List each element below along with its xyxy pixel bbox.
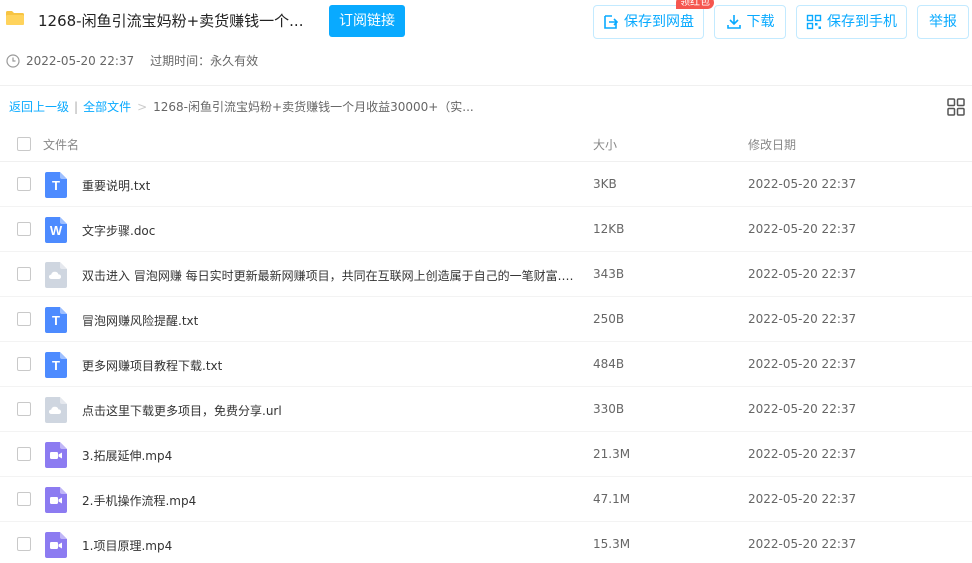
txt-file-icon: T: [45, 307, 67, 333]
save-pan-icon: [604, 15, 619, 29]
url-file-icon: [45, 397, 67, 423]
file-checkbox[interactable]: [17, 537, 31, 551]
file-name[interactable]: 文字步骤.doc: [82, 222, 155, 239]
file-checkbox[interactable]: [17, 267, 31, 281]
save-to-pan-label: 保存到网盘: [624, 14, 694, 30]
file-name[interactable]: 1.项目原理.mp4: [82, 537, 172, 554]
file-date: 2022-05-20 22:37: [748, 177, 857, 191]
file-name[interactable]: 更多网赚项目教程下载.txt: [82, 357, 222, 374]
doc-file-icon: W: [45, 217, 67, 243]
file-size: 3KB: [593, 177, 617, 191]
file-row[interactable]: 双击进入 冒泡网赚 每日实时更新最新网赚项目，共同在互联网上创造属于自己的一笔财…: [0, 252, 972, 297]
file-row[interactable]: 点击这里下载更多项目，免费分享.url 330B 2022-05-20 22:37: [0, 387, 972, 432]
url-file-icon: [45, 262, 67, 288]
file-date: 2022-05-20 22:37: [748, 537, 857, 551]
file-name[interactable]: 冒泡网赚风险提醒.txt: [82, 312, 198, 329]
file-checkbox[interactable]: [17, 492, 31, 506]
select-all-checkbox[interactable]: [17, 137, 31, 151]
file-size: 330B: [593, 402, 625, 416]
file-name[interactable]: 3.拓展延伸.mp4: [82, 447, 172, 464]
all-files-link[interactable]: 全部文件: [83, 98, 131, 115]
file-date: 2022-05-20 22:37: [748, 492, 857, 506]
current-folder: 1268-闲鱼引流宝妈粉+卖货赚钱一个月收益30000+（实...: [153, 100, 474, 114]
file-name[interactable]: 点击这里下载更多项目，免费分享.url: [82, 402, 282, 419]
breadcrumb-arrow: >: [137, 99, 148, 114]
share-header: 1268-闲鱼引流宝妈粉+卖货赚钱一个... 订阅链接 2022-05-20 2…: [0, 0, 972, 86]
download-icon: [726, 15, 741, 29]
file-date: 2022-05-20 22:37: [748, 312, 857, 326]
file-row[interactable]: 3.拓展延伸.mp4 21.3M 2022-05-20 22:37: [0, 432, 972, 477]
file-name[interactable]: 2.手机操作流程.mp4: [82, 492, 196, 509]
file-checkbox[interactable]: [17, 222, 31, 236]
file-size: 47.1M: [593, 492, 631, 506]
share-title: 1268-闲鱼引流宝妈粉+卖货赚钱一个...: [38, 12, 304, 30]
file-size: 21.3M: [593, 447, 631, 461]
file-date: 2022-05-20 22:37: [748, 402, 857, 416]
clock-icon: [6, 53, 20, 68]
file-date: 2022-05-20 22:37: [748, 267, 857, 281]
download-button[interactable]: 下载: [714, 5, 786, 39]
column-name[interactable]: 文件名: [43, 136, 79, 153]
subscribe-button[interactable]: 订阅链接: [329, 5, 405, 37]
grid-view-icon[interactable]: [947, 98, 965, 116]
report-button[interactable]: 举报: [917, 5, 969, 39]
file-row[interactable]: 1.项目原理.mp4 15.3M 2022-05-20 22:37: [0, 522, 972, 563]
save-to-pan-button[interactable]: 保存到网盘: [593, 5, 704, 39]
file-checkbox[interactable]: [17, 357, 31, 371]
file-size: 250B: [593, 312, 625, 326]
file-list: T 重要说明.txt 3KB 2022-05-20 22:37 W 文字步骤.doc 12K…: [0, 162, 972, 563]
txt-file-icon: T: [45, 352, 67, 378]
txt-file-icon: T: [45, 172, 67, 198]
save-to-phone-button[interactable]: 保存到手机: [796, 5, 907, 39]
save-to-phone-label: 保存到手机: [827, 14, 897, 30]
file-name[interactable]: 双击进入 冒泡网赚 每日实时更新最新网赚项目，共同在互联网上创造属于自己的一笔财…: [82, 267, 576, 284]
back-link[interactable]: 返回上一级: [9, 98, 69, 115]
video-file-icon: [45, 487, 67, 513]
expire-time: 过期时间：永久有效: [150, 54, 259, 68]
file-checkbox[interactable]: [17, 312, 31, 326]
file-row[interactable]: T 冒泡网赚风险提醒.txt 250B 2022-05-20 22:37: [0, 297, 972, 342]
file-row[interactable]: W 文字步骤.doc 12KB 2022-05-20 22:37: [0, 207, 972, 252]
file-date: 2022-05-20 22:37: [748, 447, 857, 461]
qr-code-icon: [806, 14, 822, 30]
video-file-icon: [45, 532, 67, 558]
file-row[interactable]: T 重要说明.txt 3KB 2022-05-20 22:37: [0, 162, 972, 207]
breadcrumb-divider: |: [74, 99, 79, 114]
red-packet-badge[interactable]: 领红包: [676, 0, 714, 9]
file-date: 2022-05-20 22:37: [748, 357, 857, 371]
file-checkbox[interactable]: [17, 402, 31, 416]
download-label: 下载: [746, 14, 775, 30]
share-meta: 2022-05-20 22:37 过期时间：永久有效: [6, 52, 258, 69]
column-date[interactable]: 修改日期: [748, 136, 796, 153]
file-name[interactable]: 重要说明.txt: [82, 177, 150, 194]
video-file-icon: [45, 442, 67, 468]
file-date: 2022-05-20 22:37: [748, 222, 857, 236]
created-time: 2022-05-20 22:37: [26, 53, 135, 68]
breadcrumb: 返回上一级 | 全部文件 > 1268-闲鱼引流宝妈粉+卖货赚钱一个月收益300…: [9, 98, 474, 115]
file-list-header: 文件名 大小 修改日期: [0, 126, 972, 162]
file-size: 12KB: [593, 222, 625, 236]
file-checkbox[interactable]: [17, 447, 31, 461]
column-size[interactable]: 大小: [593, 136, 617, 153]
folder-icon: [6, 11, 24, 25]
file-size: 15.3M: [593, 537, 631, 551]
file-type-letter: T: [52, 178, 60, 193]
file-row[interactable]: 2.手机操作流程.mp4 47.1M 2022-05-20 22:37: [0, 477, 972, 522]
file-size: 484B: [593, 357, 625, 371]
file-type-letter: T: [52, 358, 60, 373]
file-type-letter: W: [49, 223, 63, 238]
file-checkbox[interactable]: [17, 177, 31, 191]
file-row[interactable]: T 更多网赚项目教程下载.txt 484B 2022-05-20 22:37: [0, 342, 972, 387]
file-size: 343B: [593, 267, 625, 281]
file-type-letter: T: [52, 313, 60, 328]
